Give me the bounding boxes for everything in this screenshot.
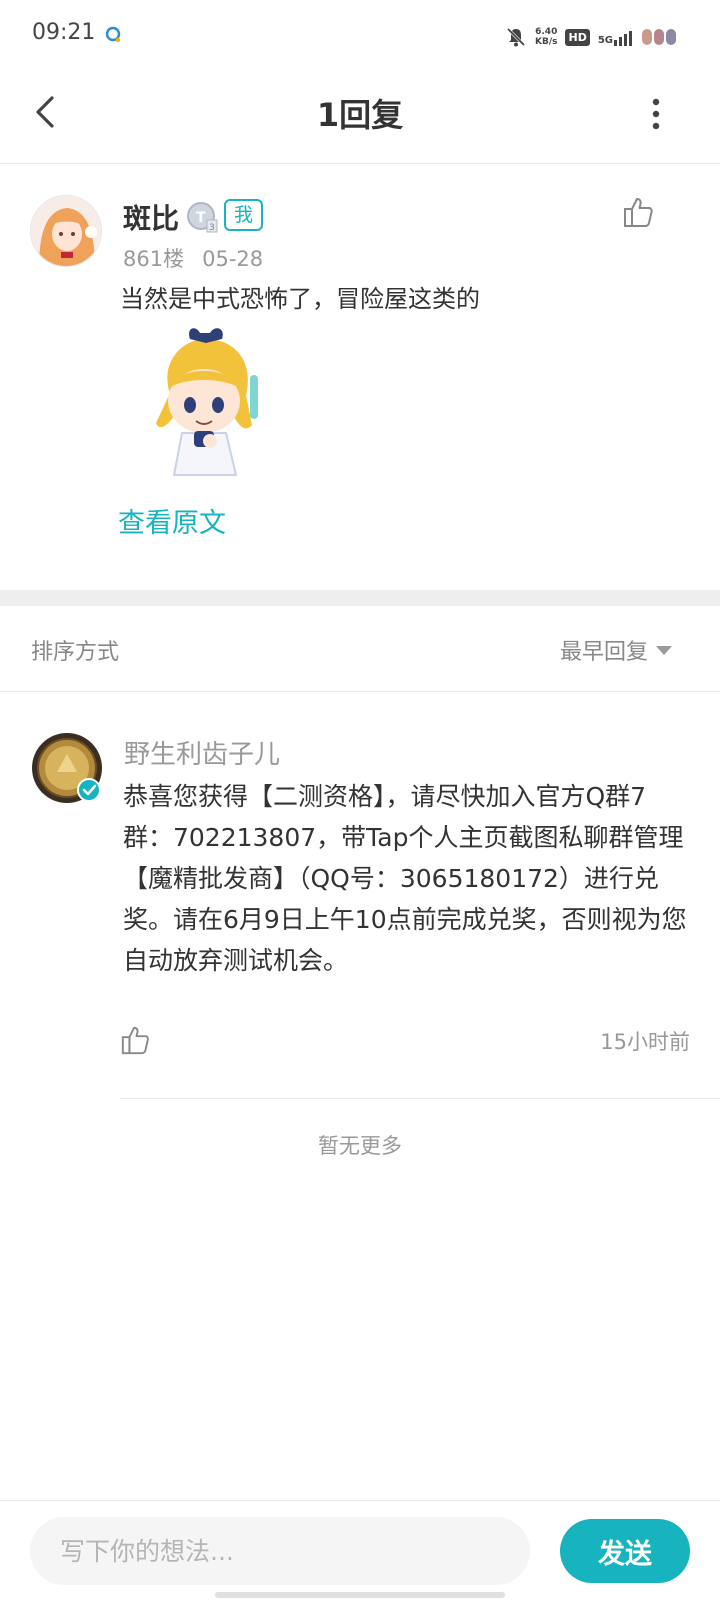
home-indicator[interactable] [215, 1592, 505, 1598]
page-title: 1回复 [316, 96, 404, 134]
avatar[interactable] [30, 195, 102, 267]
more-options-icon[interactable] [636, 92, 676, 136]
avatar[interactable] [31, 732, 103, 804]
qq-notification-icon [105, 26, 121, 43]
reply-author-name[interactable]: 野生利齿子儿 [124, 734, 280, 771]
net-speed: 6.40 KB/s [535, 27, 557, 47]
post-date: 05-28 [202, 247, 264, 271]
sort-label: 排序方式 [31, 640, 120, 665]
battery-icon [642, 29, 676, 45]
mute-icon [506, 27, 526, 47]
network-type: 5G [597, 35, 613, 46]
verified-icon [77, 778, 101, 802]
me-badge: 我 [224, 199, 264, 231]
svg-text:3: 3 [209, 223, 215, 233]
comment-composer: 发送 [0, 1500, 720, 1600]
status-bar: 09:21 6.40 KB/s HD 5G [0, 0, 720, 70]
net-speed-value: 6.40 [535, 27, 558, 37]
status-icons: 6.40 KB/s HD 5G [505, 22, 676, 52]
post-meta: 861楼 05-28 [123, 243, 263, 273]
floor-number: 861楼 [123, 247, 185, 271]
send-button[interactable]: 发送 [560, 1519, 690, 1583]
user-level-icon: T 3 [187, 202, 218, 233]
hd-badge: HD [565, 28, 590, 46]
signal-5g: 5G [598, 28, 634, 46]
comment-input[interactable] [30, 1517, 530, 1585]
section-divider [0, 590, 720, 606]
sort-selected-value: 最早回复 [559, 640, 648, 665]
svg-text:T: T [196, 210, 206, 226]
sort-dropdown[interactable]: 最早回复 [560, 634, 672, 666]
sticker-image[interactable] [140, 325, 270, 480]
caret-down-icon [656, 645, 672, 655]
reply-content: 恭喜您获得【二测资格】，请尽快加入官方Q群7群：702213807，带Tap个人… [123, 782, 687, 975]
status-time: 09:21 [32, 20, 96, 45]
view-original-link[interactable]: 查看原文 [118, 501, 226, 540]
main-post: 斑比 T 3 我 861楼 05-28 当然是中式恐怖了，冒险屋这类的 查看原文 [0, 165, 720, 589]
reply-timestamp: 15小时前 [600, 1030, 690, 1054]
net-speed-unit: KB/s [535, 37, 558, 47]
post-content: 当然是中式恐怖了，冒险屋这类的 [120, 285, 480, 313]
post-author-name[interactable]: 斑比 [123, 197, 179, 237]
divider [120, 1098, 720, 1099]
avatar-image [31, 196, 101, 266]
signal-bars-icon [614, 31, 632, 46]
top-app-bar: 1回复 [0, 70, 720, 164]
sort-row: 排序方式 最早回复 [0, 606, 720, 692]
thumbs-up-icon[interactable] [120, 1024, 152, 1056]
reply-item: 野生利齿子儿 恭喜您获得【二测资格】，请尽快加入官方Q群7群：702213807… [0, 692, 720, 1100]
no-more-text: 暂无更多 [318, 1134, 402, 1158]
thumbs-up-icon[interactable] [622, 195, 656, 229]
